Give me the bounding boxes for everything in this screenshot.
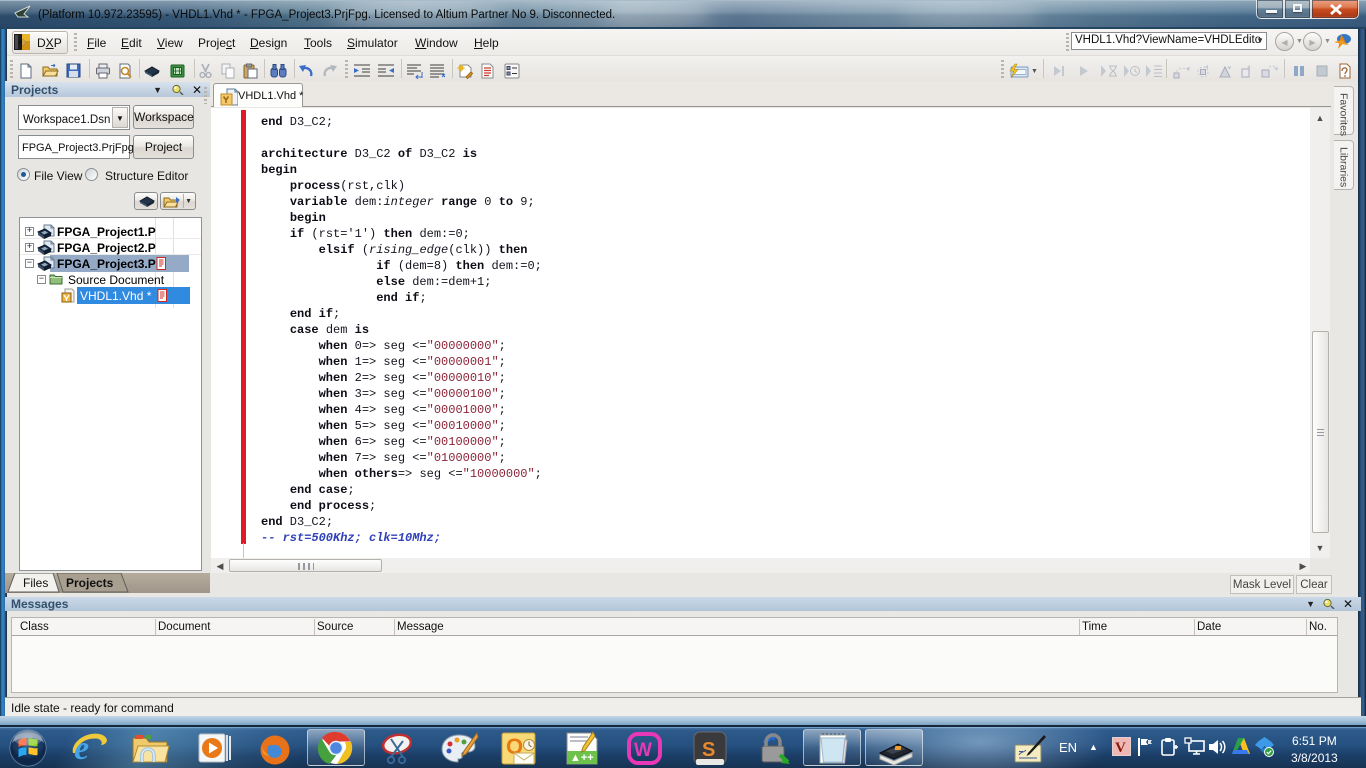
svg-text:W: W (634, 740, 652, 761)
svg-text:▲++: ▲++ (570, 752, 594, 764)
svg-text:V: V (1115, 740, 1126, 756)
svg-text:S: S (702, 739, 715, 761)
